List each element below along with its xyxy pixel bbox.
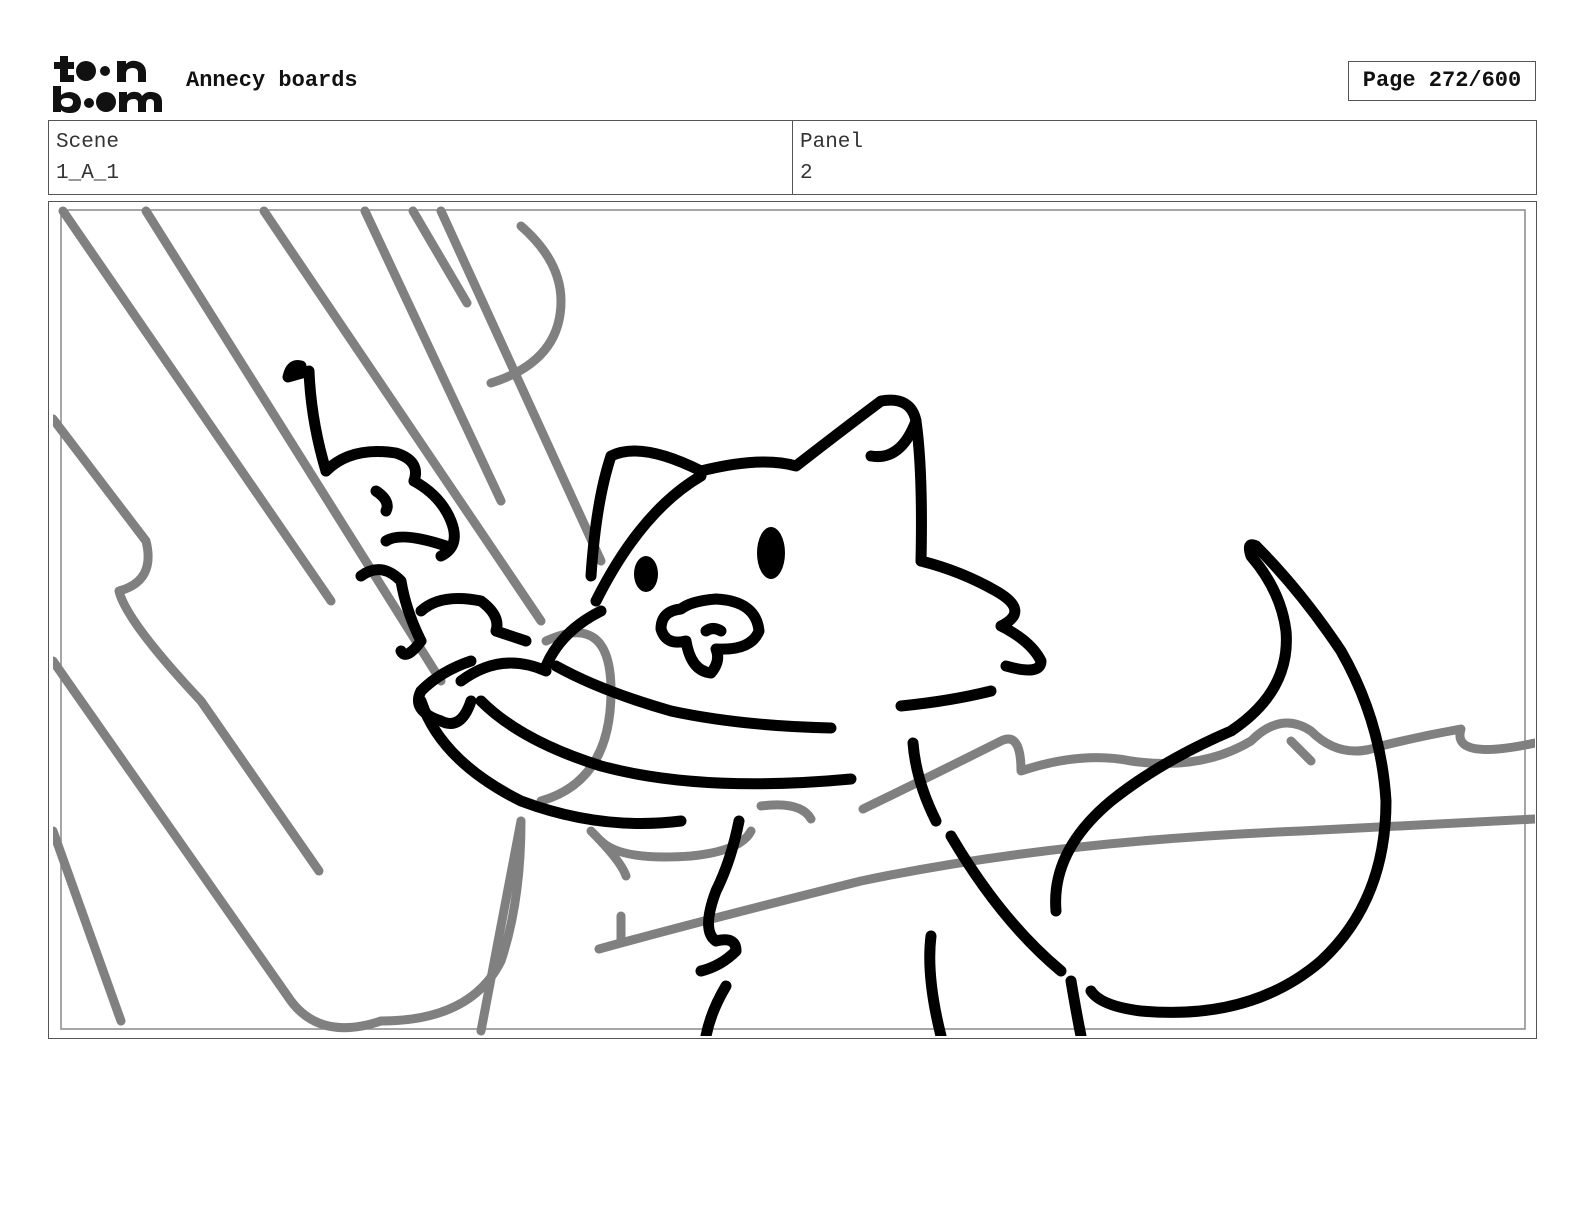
- clean-ink-layer: [282, 360, 1392, 1036]
- document-title: Annecy boards: [186, 68, 358, 93]
- rough-sketch-layer: [53, 206, 1535, 1036]
- panel-label: Panel: [800, 131, 864, 154]
- panel-value: 2: [800, 162, 813, 185]
- info-row: Scene 1_A_1 Panel 2: [48, 120, 1537, 195]
- scene-label: Scene: [56, 131, 120, 154]
- page-indicator: Page 272/600: [1348, 61, 1536, 101]
- scene-value: 1_A_1: [56, 162, 120, 185]
- storyboard-panel: [48, 201, 1537, 1039]
- toon-boom-logo: [50, 52, 165, 114]
- safe-frame: [60, 209, 1526, 1030]
- panel-cell: Panel 2: [792, 121, 1536, 194]
- scene-cell: Scene 1_A_1: [49, 121, 792, 194]
- panel-drawing: [53, 206, 1535, 1036]
